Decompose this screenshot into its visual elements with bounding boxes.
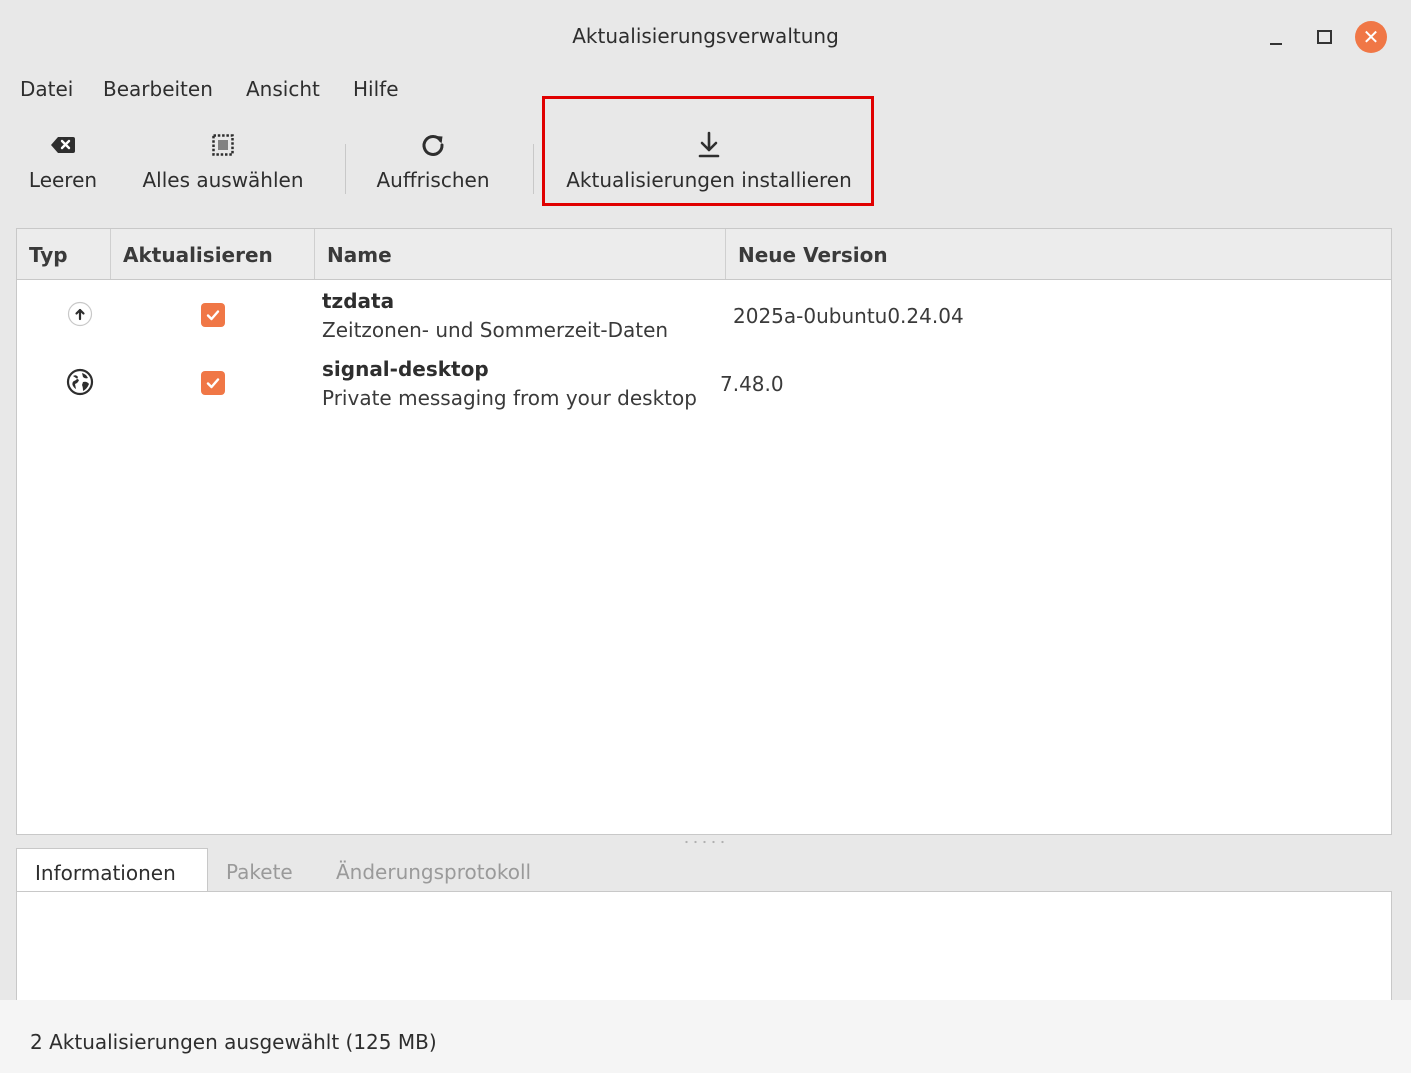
checkmark-icon — [206, 378, 220, 389]
maximize-button[interactable] — [1310, 20, 1338, 54]
update-manager-window: Aktualisierungsverwaltung ✕ Datei Bearbe… — [0, 0, 1411, 1073]
details-panel — [16, 891, 1392, 1000]
upgrade-icon — [65, 299, 95, 329]
update-checkbox[interactable] — [201, 303, 225, 327]
column-header-new-version[interactable]: Neue Version — [726, 229, 1391, 279]
package-description: Zeitzonen- und Sommerzeit-Daten — [322, 318, 669, 342]
column-header-name[interactable]: Name — [315, 229, 726, 279]
package-new-version: 7.48.0 — [720, 372, 784, 396]
select-all-label: Alles auswählen — [142, 168, 304, 192]
table-row[interactable]: tzdata Zeitzonen- und Sommerzeit-Daten 2… — [17, 283, 1391, 351]
tab-information[interactable]: Informationen — [16, 848, 208, 892]
package-name: tzdata — [322, 289, 395, 313]
titlebar[interactable]: Aktualisierungsverwaltung ✕ — [0, 0, 1411, 70]
statusbar: 2 Aktualisierungen ausgewählt (125 MB) — [0, 1000, 1411, 1073]
refresh-label: Auffrischen — [376, 168, 490, 192]
minimize-icon — [1270, 43, 1282, 45]
tab-changelog[interactable]: Änderungsprotokoll — [318, 848, 549, 892]
updates-list: Typ Aktualisieren Name Neue Version tzda… — [16, 228, 1392, 835]
status-text: 2 Aktualisierungen ausgewählt (125 MB) — [30, 1030, 437, 1054]
clear-label: Leeren — [28, 168, 98, 192]
list-header: Typ Aktualisieren Name Neue Version — [17, 229, 1391, 280]
tab-packages[interactable]: Pakete — [208, 848, 311, 892]
pane-splitter-handle[interactable] — [682, 840, 728, 844]
menu-edit[interactable]: Bearbeiten — [103, 77, 213, 101]
refresh-icon — [364, 126, 502, 164]
menu-view[interactable]: Ansicht — [246, 77, 320, 101]
toolbar-separator — [345, 144, 346, 194]
select-all-button[interactable]: Alles auswählen — [134, 126, 312, 212]
checkmark-icon — [206, 310, 220, 321]
package-new-version: 2025a-0ubuntu0.24.04 — [733, 304, 964, 328]
maximize-icon — [1316, 30, 1332, 44]
column-header-type[interactable]: Typ — [17, 229, 111, 279]
refresh-button[interactable]: Auffrischen — [364, 126, 502, 212]
clear-button[interactable]: Leeren — [20, 126, 106, 212]
package-description: Private messaging from your desktop — [322, 386, 697, 410]
package-name: signal-desktop — [322, 357, 489, 381]
column-header-update[interactable]: Aktualisieren — [111, 229, 315, 279]
update-checkbox[interactable] — [201, 371, 225, 395]
window-title: Aktualisierungsverwaltung — [572, 24, 839, 48]
menu-file[interactable]: Datei — [20, 77, 73, 101]
highlight-box — [542, 96, 874, 206]
close-button[interactable]: ✕ — [1354, 20, 1388, 54]
minimize-button[interactable] — [1262, 20, 1290, 54]
table-row[interactable]: signal-desktop Private messaging from yo… — [17, 351, 1391, 419]
select-all-icon — [134, 126, 312, 164]
toolbar-separator — [533, 144, 534, 194]
backspace-icon — [20, 126, 106, 164]
menu-help[interactable]: Hilfe — [353, 77, 399, 101]
globe-icon — [65, 367, 95, 397]
close-icon: ✕ — [1355, 21, 1387, 53]
